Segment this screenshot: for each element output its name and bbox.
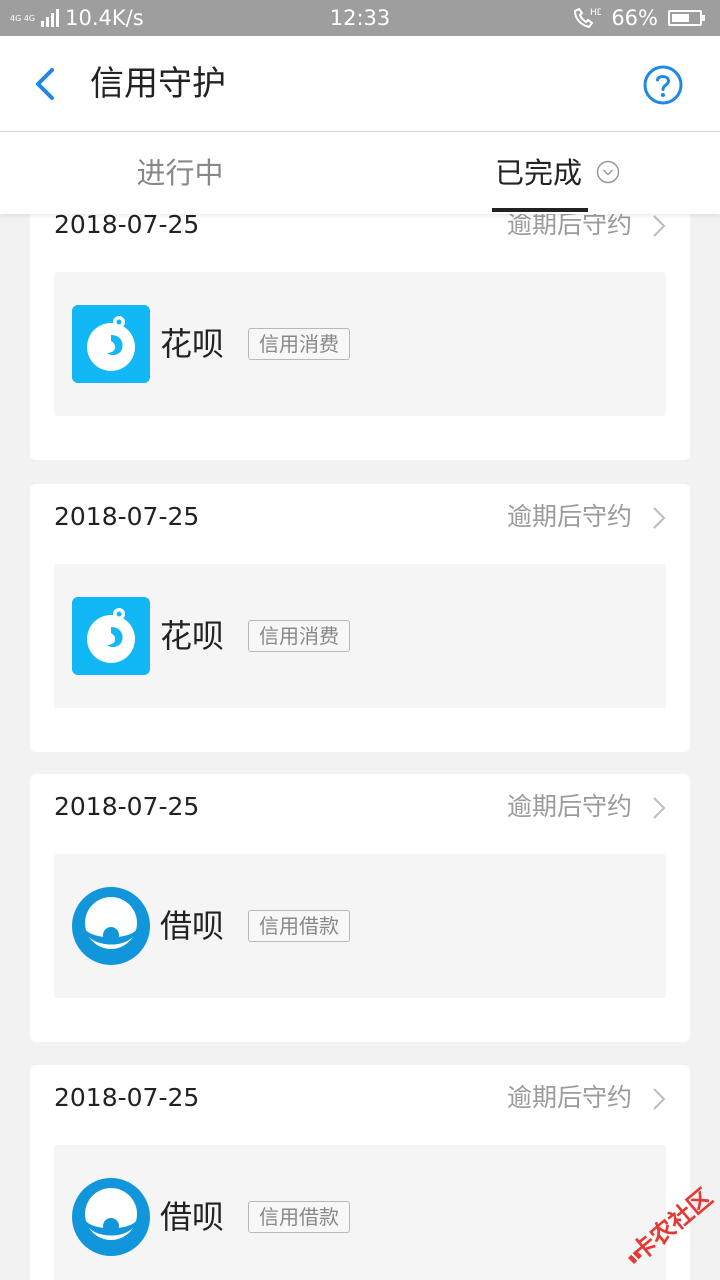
product-tag: 信用借款: [248, 910, 350, 942]
hd-call-icon: HD: [574, 7, 601, 29]
record-status: 逾期后守约: [506, 1083, 632, 1112]
product-name: 花呗: [160, 325, 225, 363]
record-status: 逾期后守约: [506, 214, 632, 239]
back-chevron-icon[interactable]: [26, 64, 66, 104]
jiebei-logo-icon: [72, 887, 150, 965]
product-box: 花呗 信用消费: [54, 564, 666, 708]
record-date: 2018-07-25: [54, 502, 200, 531]
record-status: 逾期后守约: [506, 502, 632, 531]
product-box: 花呗 信用消费: [54, 272, 666, 416]
app-header: 信用守护: [0, 36, 720, 132]
battery-level: [672, 14, 690, 22]
product-name: 借呗: [160, 1198, 225, 1236]
status-right: HD 66%: [571, 0, 705, 36]
battery-icon: [668, 10, 705, 26]
product-box: 借呗 信用借款: [54, 1145, 666, 1280]
huabei-logo-icon: [72, 597, 150, 675]
record-card[interactable]: 2018-07-25 逾期后守约 花呗 信用消费: [30, 484, 690, 752]
product-name: 花呗: [160, 617, 225, 655]
kanong-watermark-logo: 卡农社区: [626, 1183, 718, 1266]
chevron-right-icon: [653, 797, 666, 819]
record-date: 2018-07-25: [54, 214, 200, 239]
product-box: 借呗 信用借款: [54, 854, 666, 998]
record-card[interactable]: 2018-07-25 逾期后守约 花呗 信用消费: [30, 214, 690, 460]
product-name: 借呗: [160, 907, 225, 945]
record-card[interactable]: 2018-07-25 逾期后守约 借呗 信用借款: [30, 774, 690, 1042]
help-question-icon[interactable]: [642, 64, 684, 106]
record-date: 2018-07-25: [54, 1083, 200, 1112]
chevron-right-icon: [653, 1088, 666, 1110]
record-card[interactable]: 2018-07-25 逾期后守约 借呗 信用借款: [30, 1065, 690, 1280]
record-date: 2018-07-25: [54, 792, 200, 821]
chevron-right-icon: [653, 215, 666, 237]
watermark-text: 卡农社区: [626, 1183, 718, 1266]
record-list: 2018-07-25 逾期后守约 花呗 信用消费 2018-07-25 逾期后守…: [0, 214, 720, 1280]
active-tab-indicator: [492, 208, 588, 212]
status-bar: 4G 4G 10.4K/s 12:33 HD 66%: [0, 0, 720, 36]
chevron-down-circle-icon[interactable]: [596, 160, 620, 184]
product-tag: 信用借款: [248, 1201, 350, 1233]
hd-label: HD: [590, 8, 601, 18]
status-tabs: 进行中 已完成: [0, 132, 720, 214]
chevron-right-icon: [653, 507, 666, 529]
product-tag: 信用消费: [248, 620, 350, 652]
tab-completed-label: 已完成: [495, 156, 583, 190]
page-title: 信用守护: [90, 64, 226, 104]
huabei-logo-icon: [72, 305, 150, 383]
product-tag: 信用消费: [248, 328, 350, 360]
battery-percent: 66%: [611, 6, 658, 30]
jiebei-logo-icon: [72, 1178, 150, 1256]
tab-ongoing[interactable]: 进行中: [0, 132, 360, 214]
record-status: 逾期后守约: [506, 792, 632, 821]
tab-completed[interactable]: 已完成: [360, 132, 720, 214]
